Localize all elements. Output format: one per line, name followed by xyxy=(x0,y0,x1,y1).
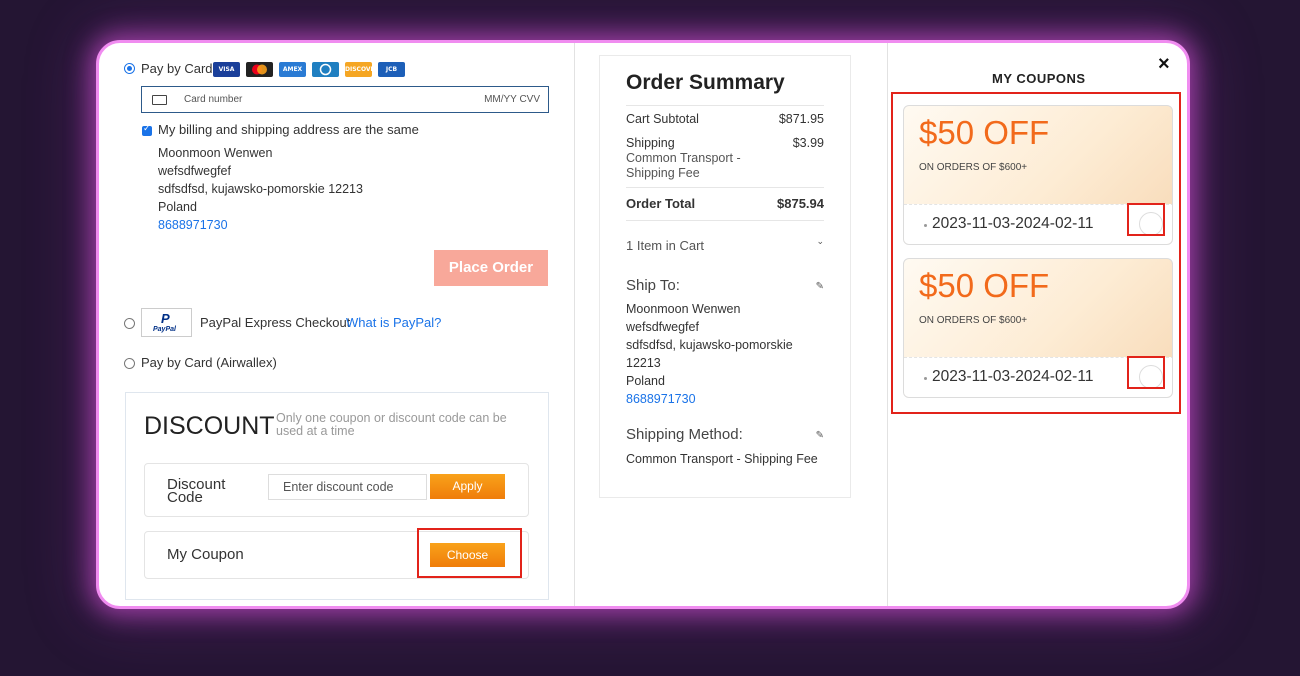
ship-phone: 8688971730 xyxy=(626,392,696,406)
billing-phone: 8688971730 xyxy=(158,218,228,232)
column-divider-left xyxy=(574,43,575,606)
subtotal-label: Cart Subtotal xyxy=(626,112,699,126)
discount-code-label: Discount Code xyxy=(167,476,226,506)
paypal-logo: P PayPal xyxy=(141,308,192,337)
billing-line1: wefsdfwegfef xyxy=(158,164,231,178)
credit-card-icon xyxy=(152,95,167,105)
mastercard-icon xyxy=(246,62,273,77)
order-summary-panel: Order Summary Cart Subtotal $871.95 Ship… xyxy=(599,55,851,498)
subtotal-value: $871.95 xyxy=(778,112,824,126)
card-number-placeholder: Card number xyxy=(184,94,243,105)
ship-zip: 12213 xyxy=(626,356,661,370)
order-total-value: $875.94 xyxy=(777,196,824,211)
shipping-label: Shipping xyxy=(626,136,675,150)
amex-icon: AMEX xyxy=(279,62,306,77)
jcb-icon: JCB xyxy=(378,62,405,77)
summary-divider xyxy=(626,187,824,188)
diners-icon xyxy=(312,62,339,77)
pay-by-card-label: Pay by Card xyxy=(141,61,213,76)
expiry-cvv-placeholder: MM/YY CVV xyxy=(484,94,540,105)
mastercard-circles-icon xyxy=(252,64,267,75)
summary-divider xyxy=(626,220,824,221)
column-divider-right xyxy=(887,43,888,606)
ship-name: Moonmoon Wenwen xyxy=(626,302,741,316)
card-number-input[interactable]: Card number MM/YY CVV xyxy=(141,86,549,113)
items-in-cart-toggle[interactable]: 1 Item in Cart xyxy=(626,238,704,253)
shipping-method-short: Common Transport - Shipping Fee xyxy=(626,151,741,180)
order-total-label: Order Total xyxy=(626,196,696,211)
billing-line2: sdfsdfsd, kujawsko-pomorskie 12213 xyxy=(158,182,363,196)
ship-to-label: Ship To: xyxy=(626,277,680,294)
same-address-label: My billing and shipping address are the … xyxy=(158,122,419,137)
discount-title: DISCOUNT xyxy=(144,412,275,440)
my-coupon-label: My Coupon xyxy=(167,546,244,563)
coupon-radio-highlight xyxy=(1127,356,1165,389)
summary-divider xyxy=(626,105,824,106)
edit-shipping-method-pencil-icon[interactable]: ✎ xyxy=(816,430,824,441)
billing-name: Moonmoon Wenwen xyxy=(158,146,273,160)
what-is-paypal-link[interactable]: What is PayPal? xyxy=(346,315,441,330)
shipping-method-label: Shipping Method: xyxy=(626,426,743,443)
discount-note: Only one coupon or discount code can be … xyxy=(276,411,507,438)
billing-country: Poland xyxy=(158,200,197,214)
edit-ship-to-pencil-icon[interactable]: ✎ xyxy=(816,281,824,292)
pay-by-card-radio[interactable] xyxy=(124,63,135,74)
ship-line2: sdfsdfsd, kujawsko-pomorskie xyxy=(626,338,793,352)
visa-icon: VISA xyxy=(213,62,240,77)
ship-line1: wefsdfwegfef xyxy=(626,320,699,334)
chevron-down-icon[interactable]: ⌄ xyxy=(816,236,824,247)
close-icon[interactable]: × xyxy=(1158,53,1170,76)
paypal-label: PayPal Express Checkout xyxy=(200,315,351,330)
place-order-button[interactable]: Place Order xyxy=(434,250,548,286)
same-address-checkbox[interactable] xyxy=(142,123,152,136)
paypal-logo-text: PayPal xyxy=(153,326,176,333)
shipping-value: $3.99 xyxy=(792,136,824,150)
diners-circle-icon xyxy=(319,63,332,76)
apply-button[interactable]: Apply xyxy=(430,474,505,499)
checkout-window: Pay by Card VISA AMEX DISCOVER JCB Card … xyxy=(96,40,1190,609)
order-summary-title: Order Summary xyxy=(626,71,785,94)
discount-code-input[interactable]: Enter discount code xyxy=(268,474,427,500)
paypal-p-icon: P xyxy=(161,311,170,326)
paypal-radio[interactable] xyxy=(124,318,135,329)
shipping-method-value: Common Transport - Shipping Fee xyxy=(626,452,818,466)
ship-country: Poland xyxy=(626,374,665,388)
airwallex-radio[interactable] xyxy=(124,358,135,369)
my-coupons-title: MY COUPONS xyxy=(992,71,1086,86)
discover-icon: DISCOVER xyxy=(345,62,379,77)
choose-highlight xyxy=(417,528,522,578)
discount-code-row: Discount Code Enter discount code Apply xyxy=(144,463,529,517)
airwallex-label: Pay by Card (Airwallex) xyxy=(141,355,277,370)
coupon-radio-highlight xyxy=(1127,203,1165,236)
